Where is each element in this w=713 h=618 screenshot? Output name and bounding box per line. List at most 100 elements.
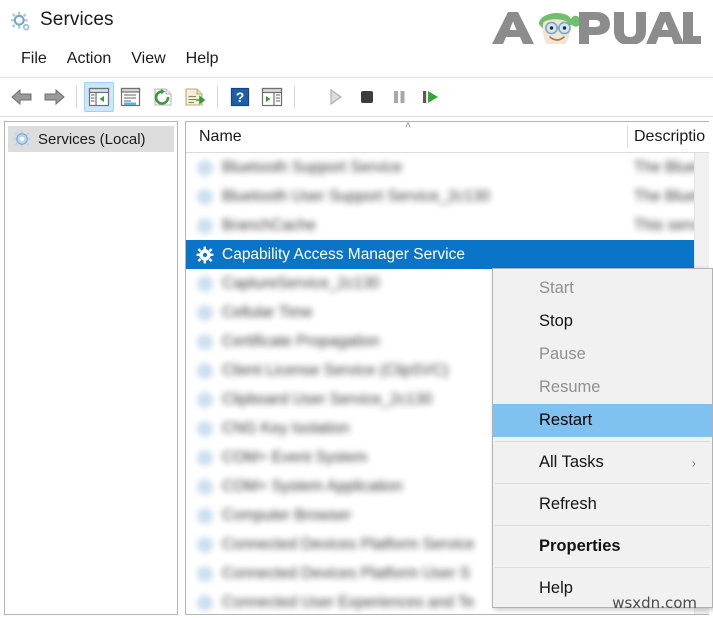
service-name-cell: Connected Devices Platform Service [222, 535, 475, 553]
context-menu-item-label: Pause [539, 345, 586, 363]
context-menu-resume: Resume [493, 371, 712, 404]
toolbar-separator [294, 86, 295, 108]
context-menu-refresh[interactable]: Refresh [493, 488, 712, 521]
context-menu-properties[interactable]: Properties [493, 530, 712, 563]
service-name-cell: COM+ System Application [222, 477, 403, 495]
column-header-description-label: Descriptio [634, 128, 706, 145]
context-menu-start: Start [493, 272, 712, 305]
title-bar: Services [0, 0, 713, 48]
context-menu-item-label: Help [539, 579, 573, 597]
start-service-icon[interactable] [320, 82, 350, 112]
menu-view[interactable]: View [121, 49, 175, 71]
service-gear-icon [196, 420, 214, 438]
service-gear-icon [196, 304, 214, 322]
services-gear-icon [13, 130, 31, 148]
context-menu-item-label: Refresh [539, 495, 597, 513]
menu-bar: File Action View Help [0, 44, 713, 76]
service-name-cell: Bluetooth User Support Service_2c130 [222, 187, 490, 205]
service-gear-icon [196, 275, 214, 293]
table-row[interactable]: Capability Access Manager ServiceProvide… [186, 240, 709, 269]
context-menu-item-label: Resume [539, 378, 601, 396]
appuals-logo [486, 6, 701, 48]
context-menu-separator [495, 567, 710, 568]
menu-help[interactable]: Help [176, 49, 229, 71]
service-gear-icon [196, 246, 214, 264]
context-menu-item-label: All Tasks [539, 453, 604, 471]
service-description-cell: The Bluet [634, 187, 701, 205]
context-menu-pause: Pause [493, 338, 712, 371]
service-gear-icon [196, 478, 214, 496]
show-action-pane-icon[interactable] [257, 82, 287, 112]
toolbar-separator [76, 86, 77, 108]
stop-service-icon[interactable] [352, 82, 382, 112]
service-gear-icon [196, 333, 214, 351]
toolbar: ? [0, 77, 713, 117]
service-name-cell: Clipboard User Service_2c130 [222, 390, 433, 408]
service-name-cell: COM+ Event System [222, 448, 368, 466]
column-header-name[interactable]: Name [199, 122, 242, 152]
context-menu-stop[interactable]: Stop [493, 305, 712, 338]
service-name-cell: CaptureService_2c130 [222, 274, 380, 292]
service-gear-icon [196, 594, 214, 612]
context-menu-item-label: Start [539, 279, 574, 297]
column-header-name-label: Name [199, 128, 242, 145]
context-menu-restart[interactable]: Restart [493, 404, 712, 437]
service-gear-icon [196, 565, 214, 583]
context-menu-item-label: Properties [539, 537, 621, 555]
chevron-right-icon: › [691, 455, 696, 470]
service-name-cell: CNG Key Isolation [222, 419, 350, 437]
context-menu-separator [495, 441, 710, 442]
column-divider[interactable] [627, 126, 628, 148]
service-name-cell: Cellular Time [222, 303, 313, 321]
table-row[interactable]: Bluetooth User Support Service_2c130 The … [186, 182, 709, 211]
service-gear-icon [196, 536, 214, 554]
service-name-cell: BranchCache [222, 216, 316, 234]
watermark: wsxdn.com [612, 594, 697, 612]
service-gear-icon [196, 449, 214, 467]
back-arrow-icon[interactable] [7, 82, 37, 112]
sort-ascending-icon[interactable]: ˄ [401, 122, 415, 132]
service-description-cell: The Bluet [634, 158, 701, 176]
service-gear-icon [196, 217, 214, 235]
service-name-cell: Connected User Experiences and Te [222, 593, 475, 611]
context-menu-separator [495, 525, 710, 526]
export-list-icon[interactable] [180, 82, 210, 112]
service-name-cell: Computer Browser [222, 506, 352, 524]
service-name-cell: Capability Access Manager Service [222, 245, 465, 263]
table-row[interactable]: Bluetooth Support Service The Bluet [186, 153, 709, 182]
context-menu[interactable]: Start Stop Pause Resume Restart All Tasks › Ref… [492, 268, 713, 608]
service-name-cell: Bluetooth Support Service [222, 158, 403, 176]
service-gear-icon [196, 391, 214, 409]
service-name-cell: Client License Service (ClipSVC) [222, 361, 449, 379]
svg-text:?: ? [236, 89, 245, 105]
context-menu-separator [495, 483, 710, 484]
window-title: Services [40, 9, 114, 30]
column-header-description[interactable]: Descriptio [634, 122, 705, 152]
service-gear-icon [196, 159, 214, 177]
service-description-cell: This servi [634, 216, 701, 234]
console-tree-pane: Services (Local) [4, 121, 178, 615]
service-gear-icon [196, 507, 214, 525]
refresh-icon[interactable] [148, 82, 178, 112]
pause-service-icon[interactable] [384, 82, 414, 112]
context-menu-all-tasks[interactable]: All Tasks › [493, 446, 712, 479]
service-gear-icon [196, 362, 214, 380]
show-hide-console-tree-icon[interactable] [84, 82, 114, 112]
tree-item-label: Services (Local) [38, 130, 146, 148]
context-menu-item-label: Stop [539, 312, 573, 330]
help-icon[interactable]: ? [225, 82, 255, 112]
properties-icon[interactable] [116, 82, 146, 112]
service-name-cell: Certificate Propagation [222, 332, 380, 350]
menu-file[interactable]: File [11, 49, 57, 71]
menu-action[interactable]: Action [57, 49, 121, 71]
table-row[interactable]: BranchCache This servi [186, 211, 709, 240]
service-gear-icon [196, 188, 214, 206]
list-column-header: ˄ Name Descriptio [186, 122, 709, 153]
service-name-cell: Connected Devices Platform User S [222, 564, 471, 582]
tree-item-services-local[interactable]: Services (Local) [8, 126, 174, 152]
forward-arrow-icon[interactable] [39, 82, 69, 112]
context-menu-item-label: Restart [539, 411, 593, 429]
toolbar-separator [217, 86, 218, 108]
restart-service-icon[interactable] [416, 82, 446, 112]
services-window: Services File Action View Help ? Service… [0, 0, 713, 618]
